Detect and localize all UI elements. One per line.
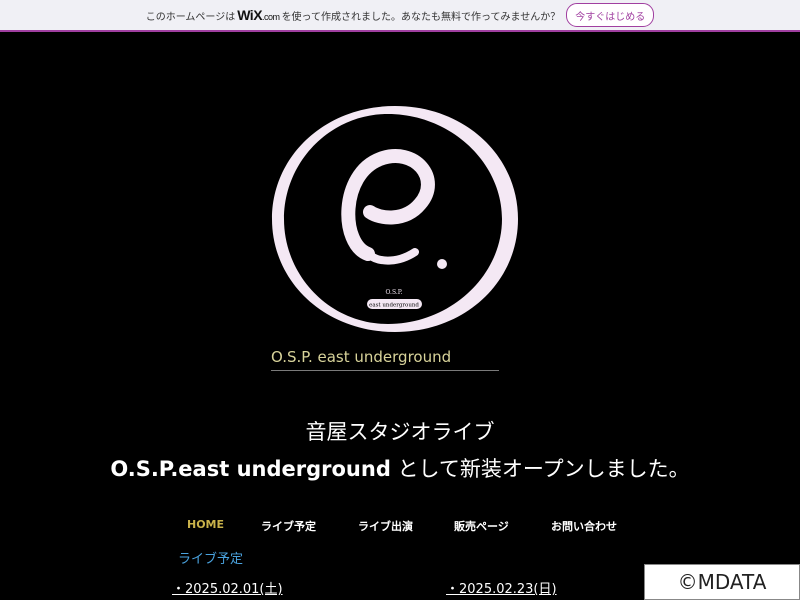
headline-line2: O.S.P.east underground として新装オープンしました。 xyxy=(0,453,800,483)
watermark: ©MDATA xyxy=(644,564,800,600)
event-date-link[interactable]: ・2025.02.01(土) xyxy=(172,578,283,597)
nav-item-live-appearance[interactable]: ライブ出演 xyxy=(358,518,413,534)
wix-text-after: を使って作成されました。あなたも無料で作ってみませんか？ xyxy=(281,11,561,23)
site-name[interactable]: O.S.P. east underground xyxy=(271,348,499,371)
main-nav: HOME ライブ予定 ライブ出演 販売ページ お問い合わせ xyxy=(0,518,800,536)
logo-pill-text: east underground xyxy=(369,303,419,309)
wix-start-button[interactable]: 今すぐはじめる xyxy=(566,3,655,27)
nav-item-shop[interactable]: 販売ページ xyxy=(454,518,509,534)
nav-item-home[interactable]: HOME xyxy=(187,518,224,531)
event-date-link[interactable]: ・2025.02.23(日) xyxy=(446,578,557,597)
logo-small-text: O.S.P. xyxy=(385,289,402,296)
wix-logo[interactable]: WiX.com xyxy=(237,7,280,23)
site-logo[interactable]: O.S.P. east underground xyxy=(270,104,520,334)
wix-banner: このホームページは WiX.com を使って作成されました。あなたも無料で作って… xyxy=(0,0,800,32)
wix-text-before: このホームページは xyxy=(145,11,236,23)
headline-venue-name: O.S.P.east underground xyxy=(110,457,391,481)
osp-logo-graphic: O.S.P. east underground xyxy=(272,106,518,332)
nav-item-live-schedule[interactable]: ライブ予定 xyxy=(261,518,316,534)
wix-logo-text: WiX xyxy=(237,7,263,23)
headline-line1: 音屋スタジオライブ xyxy=(305,420,495,444)
section-title-live-schedule: ライブ予定 xyxy=(178,552,244,567)
wix-banner-text: このホームページは WiX.com を使って作成されました。あなたも無料で作って… xyxy=(146,7,561,23)
nav-item-contact[interactable]: お問い合わせ xyxy=(551,518,617,534)
wix-logo-suffix: .com xyxy=(262,12,280,22)
headline-announcement: として新装オープンしました。 xyxy=(390,457,690,481)
